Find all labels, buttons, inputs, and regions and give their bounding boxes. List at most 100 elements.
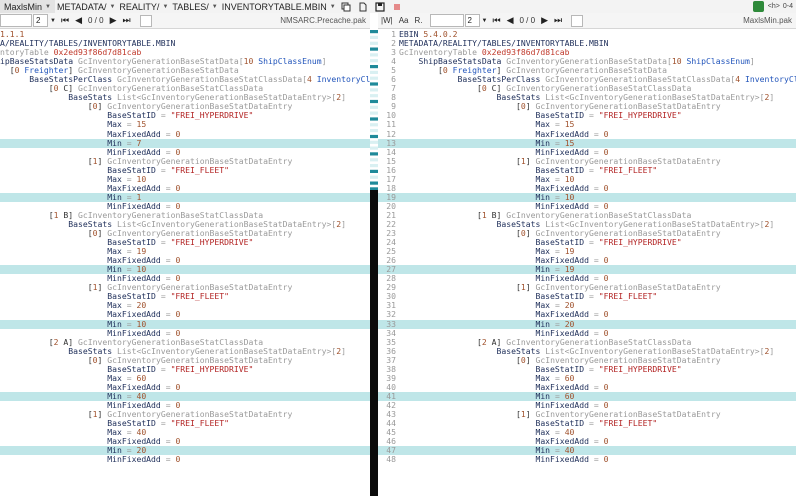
- minimap-mark: [370, 146, 378, 150]
- option-box[interactable]: [571, 14, 584, 27]
- topbar-right-text-2: 0-4: [782, 3, 793, 10]
- code-token: =: [589, 418, 599, 429]
- first-diff-icon[interactable]: ⏮: [61, 15, 69, 26]
- file-tab[interactable]: MaxlsMin ▼: [0, 0, 55, 13]
- code-token: 0: [603, 436, 609, 447]
- file-icon[interactable]: [358, 1, 369, 12]
- code-token: 0: [175, 255, 181, 266]
- minimap-mark: [370, 129, 378, 133]
- context-lines-field[interactable]: 2: [33, 14, 48, 27]
- copy-icon[interactable]: [341, 1, 352, 12]
- last-diff-icon[interactable]: ⏭: [554, 15, 562, 26]
- prev-diff-icon[interactable]: ◀: [507, 15, 514, 26]
- code-token: ShipClassEnum: [258, 56, 322, 67]
- diff-minimap[interactable]: [370, 30, 378, 496]
- topbar-right-text-1: <h>: [767, 3, 780, 10]
- chevron-down-icon[interactable]: ▼: [482, 18, 488, 24]
- right-code-pane[interactable]: 1 EBIN 5.4.0.2 2 METADATA/REALITY/TABLES/IN…: [378, 30, 796, 496]
- code-token: =: [165, 381, 176, 392]
- breadcrumb-label: REALITY/: [119, 1, 160, 12]
- code-token: =: [589, 164, 599, 175]
- left-pane-toolbar: 2 ▼ ⏮ ◀ 0 / 0 ▶ ⏭ NMSARC.Precache.pak: [0, 13, 370, 29]
- code-token: =: [160, 164, 171, 175]
- code-line[interactable]: MinFixedAdd = 0: [0, 455, 370, 464]
- next-diff-icon[interactable]: ▶: [541, 15, 548, 26]
- code-token: 0: [603, 381, 609, 392]
- search-input[interactable]: [0, 14, 32, 27]
- prev-diff-icon[interactable]: ◀: [75, 15, 82, 26]
- code-token: =: [160, 418, 171, 429]
- code-token: 0: [603, 309, 609, 320]
- chevron-down-icon[interactable]: ▼: [162, 4, 168, 10]
- code-token: InventoryClassEnu: [744, 74, 796, 85]
- minimap-mark: [370, 76, 378, 80]
- minimap-mark: [370, 59, 378, 63]
- regex-toggle[interactable]: R.: [415, 16, 423, 25]
- code-token: "FREI_HYPERDRIVE": [170, 237, 254, 248]
- breadcrumb-tables[interactable]: TABLES/ ▼: [170, 0, 219, 13]
- chevron-down-icon[interactable]: ▼: [50, 18, 56, 24]
- breadcrumb-label: INVENTORYTABLE.MBIN: [221, 1, 327, 12]
- minimap-mark: [370, 105, 378, 109]
- code-token: 10: [671, 56, 682, 67]
- option-box[interactable]: [139, 14, 152, 27]
- minimap-graphic: [370, 30, 378, 496]
- code-token: MinFixedAdd: [0, 454, 166, 465]
- code-token: ]: [321, 56, 327, 67]
- code-token: =: [593, 454, 604, 465]
- minimap-mark: [370, 82, 378, 86]
- code-token: "FREI_FLEET": [598, 291, 658, 302]
- code-token: =: [160, 291, 171, 302]
- first-diff-icon[interactable]: ⏮: [492, 15, 500, 26]
- whole-word-toggle[interactable]: |W|: [381, 16, 393, 25]
- code-token: ]: [341, 92, 346, 103]
- code-token: "FREI_FLEET": [170, 164, 230, 175]
- context-lines-field[interactable]: 2: [464, 14, 480, 27]
- code-token: "FREI_FLEET": [598, 418, 658, 429]
- match-case-toggle[interactable]: Aa: [399, 16, 409, 25]
- code-token: =: [589, 363, 599, 374]
- minimap-mark: [370, 175, 378, 179]
- code-token: =: [589, 291, 599, 302]
- next-diff-icon[interactable]: ▶: [110, 15, 117, 26]
- left-file-name: NMSARC.Precache.pak: [280, 16, 366, 25]
- code-token: ]: [769, 345, 775, 356]
- minimap-mark: [370, 94, 378, 98]
- minimap-mark: [370, 181, 378, 185]
- code-token: =: [160, 110, 171, 121]
- code-token: 10: [243, 56, 254, 67]
- app-icon[interactable]: [752, 1, 764, 12]
- minimap-mark: [370, 140, 378, 144]
- code-token: "FREI_FLEET": [170, 418, 230, 429]
- code-token: =: [165, 255, 176, 266]
- code-token: 0: [603, 128, 609, 139]
- code-token: =: [593, 436, 604, 447]
- save-icon[interactable]: [375, 1, 386, 12]
- code-token: 0: [175, 128, 181, 139]
- code-token: InventoryClassEnu: [316, 74, 370, 85]
- stop-icon[interactable]: [392, 1, 403, 12]
- code-token: =: [165, 454, 176, 465]
- chevron-down-icon[interactable]: ▼: [212, 4, 218, 10]
- breadcrumb-reality[interactable]: REALITY/ ▼: [117, 0, 170, 13]
- breadcrumb-label: TABLES/: [172, 1, 209, 12]
- minimap-mark: [370, 164, 378, 168]
- chevron-down-icon[interactable]: ▼: [109, 4, 115, 10]
- chevron-down-icon[interactable]: ▼: [330, 4, 336, 10]
- code-token: "FREI_FLEET": [170, 291, 230, 302]
- breadcrumb-bar: MaxlsMin ▼ METADATA/ ▼ REALITY/ ▼ TABLES…: [0, 0, 796, 13]
- last-diff-icon[interactable]: ⏭: [122, 15, 130, 26]
- minimap-viewport[interactable]: [370, 190, 378, 496]
- left-code-pane[interactable]: 1.1.1 A/REALITY/TABLES/INVENTORYTABLE.MBI…: [0, 30, 370, 496]
- breadcrumb-inventorytable[interactable]: INVENTORYTABLE.MBIN ▼: [220, 0, 338, 13]
- code-line[interactable]: 48 MinFixedAdd = 0: [378, 455, 796, 464]
- code-token: =: [589, 110, 599, 121]
- chevron-down-icon[interactable]: ▼: [45, 4, 51, 10]
- code-token: ShipClassEnum: [686, 56, 750, 67]
- code-token: 0: [175, 436, 181, 447]
- code-token: "FREI_HYPERDRIVE": [170, 110, 254, 121]
- code-token: 0: [603, 255, 609, 266]
- breadcrumb-metadata[interactable]: METADATA/ ▼: [55, 0, 117, 13]
- search-input[interactable]: [429, 14, 464, 27]
- breadcrumb-label: METADATA/: [56, 1, 107, 12]
